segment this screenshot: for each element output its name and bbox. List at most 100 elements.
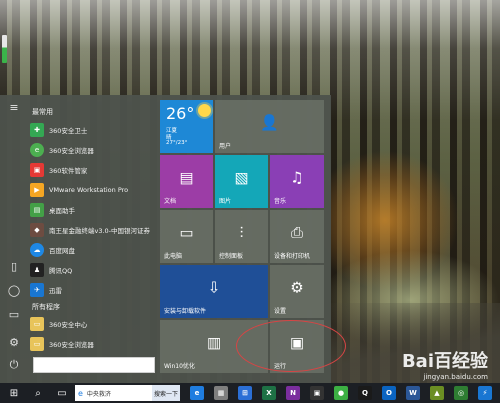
weather-temperature: 26° — [166, 104, 195, 123]
gear-icon: ⚙ — [290, 278, 304, 297]
app-label: 百度网盘 — [49, 247, 75, 255]
edge-icon[interactable]: e — [190, 386, 204, 400]
weather-range: 27°/23° — [166, 140, 188, 146]
360-browser-icon: e — [30, 143, 44, 157]
this-pc-tile[interactable]: ▭ 此电脑 — [160, 210, 213, 263]
task-view-icon[interactable]: ▭ — [54, 385, 70, 401]
install-uninstall-tile[interactable]: ⇩ 安装与卸载软件 — [160, 265, 268, 318]
app-item[interactable]: ▤ 桌面助手 — [30, 201, 156, 219]
document-icon: ▤ — [179, 168, 194, 187]
taskbar: ⊞ ⌕ ▭ e 中央救济 搜索一下 e ▦ ⊞ X N ▣ ● Q O W ▲ … — [0, 383, 500, 403]
app-label: 360安全卫士 — [49, 127, 88, 135]
tile-label: 设备和打印机 — [274, 253, 311, 260]
devices-printers-tile[interactable]: ⎙ 设备和打印机 — [270, 210, 324, 263]
documents-tile[interactable]: ▤ 文档 — [160, 155, 213, 208]
user-account-icon[interactable]: ◯ — [4, 281, 24, 301]
app-item[interactable]: ▭ 360安全中心 — [30, 315, 156, 333]
baidu-netdisk-icon: ☁ — [30, 243, 44, 257]
tile-label: 音乐 — [274, 198, 287, 205]
taskbar-search-box[interactable]: e 中央救济 搜索一下 — [75, 385, 180, 401]
watermark-brand: Bai百经验 — [401, 351, 488, 372]
outlook-icon[interactable]: O — [382, 386, 396, 400]
app-label: 360软件管家 — [49, 167, 88, 175]
settings-tile[interactable]: ⚙ 设置 — [270, 265, 324, 318]
sun-icon — [198, 104, 211, 117]
install-icon: ⇩ — [207, 278, 221, 297]
app-item[interactable]: ▣ 360软件管家 — [30, 161, 156, 179]
app-label: 桌面助手 — [49, 207, 75, 215]
app-list: 最常用 ✚ 360安全卫士 e 360安全浏览器 ▣ 360软件管家 ▶ VMw… — [28, 95, 158, 383]
tile-label: 安装与卸载软件 — [164, 308, 207, 315]
panel-icon: ▥ — [206, 333, 222, 352]
most-used-header: 最常用 — [32, 108, 53, 116]
user-icon: 👤 — [260, 113, 279, 132]
power-icon[interactable]: ⏻ — [4, 355, 24, 375]
desktop-assistant-icon: ▤ — [30, 203, 44, 217]
taskbar-search-button[interactable]: 搜索一下 — [152, 385, 180, 401]
app-label: 迅雷 — [49, 287, 62, 295]
photos-icon[interactable]: ▲ — [430, 386, 444, 400]
app-item[interactable]: ▶ VMware Workstation Pro — [30, 181, 156, 199]
hamburger-menu-icon[interactable]: ≡ — [4, 98, 24, 118]
app-label: 360安全浏览器 — [49, 147, 94, 155]
app-item[interactable]: ♟ 腾讯QQ — [30, 261, 156, 279]
thunder-icon[interactable]: ⚡ — [478, 386, 492, 400]
windows-start-icon[interactable]: ⊞ — [6, 385, 22, 401]
tile-label: 设置 — [274, 308, 287, 315]
all-programs-header: 所有程序 — [32, 303, 60, 311]
folder-icon: ▭ — [30, 337, 44, 351]
start-rail: ≡ ▯ ◯ ▭ ⚙ ⏻ — [0, 95, 28, 383]
word-icon[interactable]: W — [406, 386, 420, 400]
thunder-icon: ✈ — [30, 283, 44, 297]
finance-terminal-icon: ◆ — [30, 223, 44, 237]
headphones-icon: ♫ — [290, 168, 304, 187]
highlight-annotation — [236, 320, 346, 372]
tile-label: 文档 — [164, 198, 177, 205]
documents-rail-icon[interactable]: ▭ — [4, 305, 24, 325]
app-label: 腾讯QQ — [49, 267, 73, 275]
control-panel-tile[interactable]: ⫶ 控制面板 — [215, 210, 268, 263]
qq-icon[interactable]: Q — [358, 386, 372, 400]
ie-icon: e — [78, 388, 83, 398]
settings-rail-icon[interactable]: ⚙ — [4, 333, 24, 353]
battery-widget — [2, 35, 7, 63]
music-tile[interactable]: ♫ 音乐 — [270, 155, 324, 208]
printer-icon: ⎙ — [290, 223, 304, 242]
excel-icon[interactable]: X — [262, 386, 276, 400]
app-item[interactable]: ☁ 百度网盘 — [30, 241, 156, 259]
app-item[interactable]: ✈ 迅雷 — [30, 281, 156, 299]
picture-icon: ▧ — [234, 168, 249, 187]
tile-label: 用户 — [219, 143, 232, 150]
app-item[interactable]: e 360安全浏览器 — [30, 141, 156, 159]
security-icon[interactable]: ◎ — [454, 386, 468, 400]
app-item[interactable]: ✚ 360安全卫士 — [30, 121, 156, 139]
app-item[interactable]: ◆ 南王星金融终端v3.0-中国银河证券 — [30, 221, 156, 239]
pictures-tile[interactable]: ▧ 图片 — [215, 155, 268, 208]
360-safe-guard-icon: ✚ — [30, 123, 44, 137]
start-search-input[interactable] — [33, 357, 155, 373]
store-icon[interactable]: ▦ — [214, 386, 228, 400]
tile-label: Win10优化 — [164, 363, 195, 370]
360-software-manager-icon: ▣ — [30, 163, 44, 177]
terminal-icon[interactable]: ▣ — [310, 386, 324, 400]
file-explorer-icon[interactable]: ▯ — [4, 257, 24, 277]
windows-store-icon[interactable]: ⊞ — [238, 386, 252, 400]
weather-tile[interactable]: 26° 江夏 晴 27°/23° — [160, 100, 213, 153]
sliders-icon: ⫶ — [239, 223, 244, 242]
watermark-url: jingyan.baidu.com — [423, 373, 488, 381]
taskbar-search-text: 中央救济 — [86, 390, 111, 398]
computer-icon: ▭ — [179, 223, 194, 242]
search-icon[interactable]: ⌕ — [30, 385, 46, 401]
user-tile[interactable]: 👤 用户 — [215, 100, 324, 153]
qq-penguin-icon: ♟ — [30, 263, 44, 277]
tile-label: 控制面板 — [219, 253, 244, 260]
app-label: 360安全浏览器 — [49, 341, 94, 349]
tile-label: 此电脑 — [164, 253, 183, 260]
app-item[interactable]: ▭ 360安全浏览器 — [30, 335, 156, 353]
onenote-icon[interactable]: N — [286, 386, 300, 400]
vmware-icon: ▶ — [30, 183, 44, 197]
browser-icon[interactable]: ● — [334, 386, 348, 400]
app-label: 南王星金融终端v3.0-中国银河证券 — [49, 227, 151, 235]
folder-icon: ▭ — [30, 317, 44, 331]
app-label: 360安全中心 — [49, 321, 88, 329]
